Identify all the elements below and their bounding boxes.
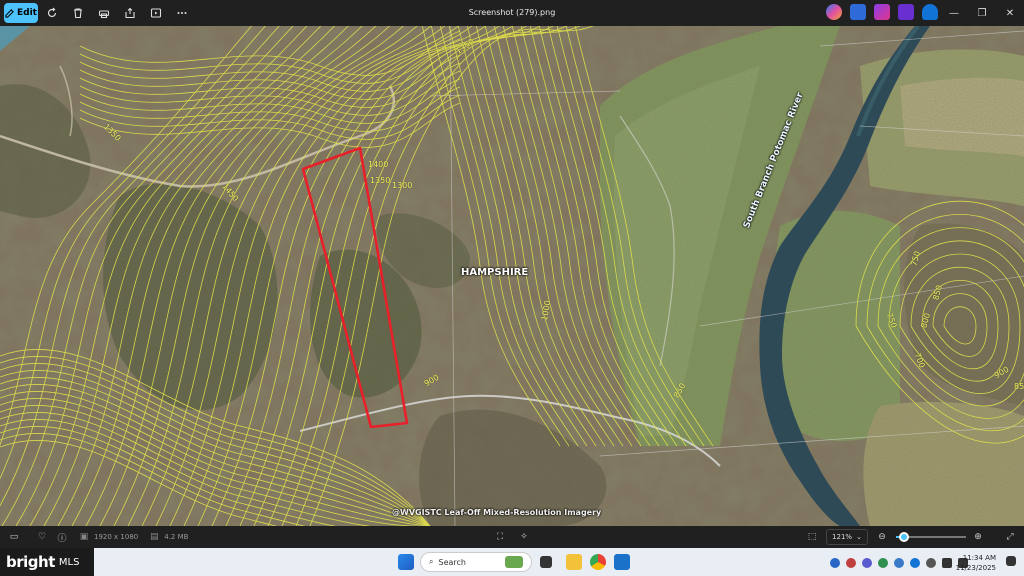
- teams-icon[interactable]: [862, 558, 872, 568]
- search-highlight-icon: [505, 556, 523, 568]
- image-canvas[interactable]: HAMPSHIRE South Branch Potomac River @WV…: [0, 26, 1024, 526]
- print-icon[interactable]: [92, 3, 116, 23]
- contour-label: 1400: [368, 160, 389, 169]
- onedrive-tray-icon[interactable]: [910, 558, 920, 568]
- window-controls: — ❐ ✕: [940, 0, 1024, 26]
- edit-button-label: Edit: [17, 8, 37, 18]
- dimensions-icon: ▣: [79, 532, 89, 542]
- zoom-level: 121%: [832, 533, 853, 541]
- copilot-icon[interactable]: [826, 4, 842, 20]
- clock-date: 11/23/2025: [955, 564, 996, 572]
- clipchamp-icon[interactable]: [850, 4, 866, 20]
- taskbar-clock[interactable]: 11:34 AM 11/23/2025: [956, 553, 996, 573]
- app-icons-group: [826, 4, 938, 20]
- favorite-icon[interactable]: ♡: [34, 529, 50, 545]
- contour-label: 1300: [392, 181, 413, 190]
- crop-icon[interactable]: ⛶: [492, 529, 508, 545]
- fit-screen-icon[interactable]: ⬚: [804, 529, 820, 545]
- slideshow-icon[interactable]: [144, 3, 168, 23]
- contour-label: 85: [1014, 382, 1024, 391]
- security-icon[interactable]: [878, 558, 888, 568]
- clock-time: 11:34 AM: [962, 554, 996, 562]
- brand-watermark: bright MLS: [0, 548, 94, 576]
- sync-icon[interactable]: [894, 558, 904, 568]
- search-placeholder: Search: [438, 557, 466, 567]
- brand-name: bright: [6, 553, 55, 571]
- taskbar-search[interactable]: ⌕ Search: [420, 552, 532, 572]
- image-dimensions: 1920 x 1080: [94, 533, 139, 541]
- zoom-dropdown[interactable]: 121% ⌄: [826, 529, 868, 545]
- edit-button[interactable]: Edit: [4, 3, 38, 23]
- fullscreen-icon[interactable]: ⤢: [1002, 529, 1018, 545]
- onedrive-icon[interactable]: [922, 4, 938, 20]
- app-tray-icon[interactable]: [846, 558, 856, 568]
- vpn-icon[interactable]: [926, 558, 936, 568]
- zoom-out-icon[interactable]: ⊖: [874, 529, 890, 545]
- zoom-slider[interactable]: [896, 532, 966, 542]
- enhance-icon[interactable]: ✧: [516, 529, 532, 545]
- chevron-down-icon: ⌄: [856, 533, 862, 541]
- delete-icon[interactable]: [66, 3, 90, 23]
- start-icon[interactable]: [398, 554, 414, 570]
- maximize-icon[interactable]: ❐: [968, 0, 996, 26]
- chrome-icon[interactable]: [590, 554, 606, 570]
- filmstrip-icon[interactable]: ▭: [6, 529, 22, 545]
- studio-icon[interactable]: [898, 4, 914, 20]
- system-tray: [830, 556, 968, 570]
- minimize-icon[interactable]: —: [940, 0, 968, 26]
- county-label: HAMPSHIRE: [461, 267, 529, 278]
- file-explorer-icon[interactable]: [566, 554, 582, 570]
- share-icon[interactable]: [118, 3, 142, 23]
- more-icon[interactable]: [170, 3, 194, 23]
- close-icon[interactable]: ✕: [996, 0, 1024, 26]
- info-icon[interactable]: ⓘ: [54, 529, 70, 545]
- brand-suffix: MLS: [58, 556, 80, 568]
- status-bar: ▭ ♡ ⓘ ▣ 1920 x 1080 ▤ 4.2 MB ⛶ ✧ ⬚ 121% …: [0, 526, 1024, 548]
- search-icon: ⌕: [429, 557, 434, 566]
- file-size-icon: ▤: [149, 532, 159, 542]
- task-view-icon[interactable]: [540, 556, 552, 568]
- imagery-credit: @WVGISTC Leaf-Off Mixed-Resolution Image…: [392, 508, 602, 517]
- zoom-slider-thumb[interactable]: [899, 532, 910, 542]
- contour-label: 1350: [370, 176, 391, 185]
- title-bar: Edit Screenshot (279).png — ❐ ✕: [0, 0, 1024, 26]
- file-size: 4.2 MB: [164, 533, 189, 541]
- rotate-icon[interactable]: [40, 3, 64, 23]
- photos-app-icon[interactable]: [614, 554, 630, 570]
- pencil-icon: [5, 8, 14, 18]
- notifications-icon[interactable]: [1006, 556, 1016, 566]
- zoom-in-icon[interactable]: ⊕: [970, 529, 986, 545]
- wifi-icon[interactable]: [942, 558, 952, 568]
- bluetooth-icon[interactable]: [830, 558, 840, 568]
- designer-icon[interactable]: [874, 4, 890, 20]
